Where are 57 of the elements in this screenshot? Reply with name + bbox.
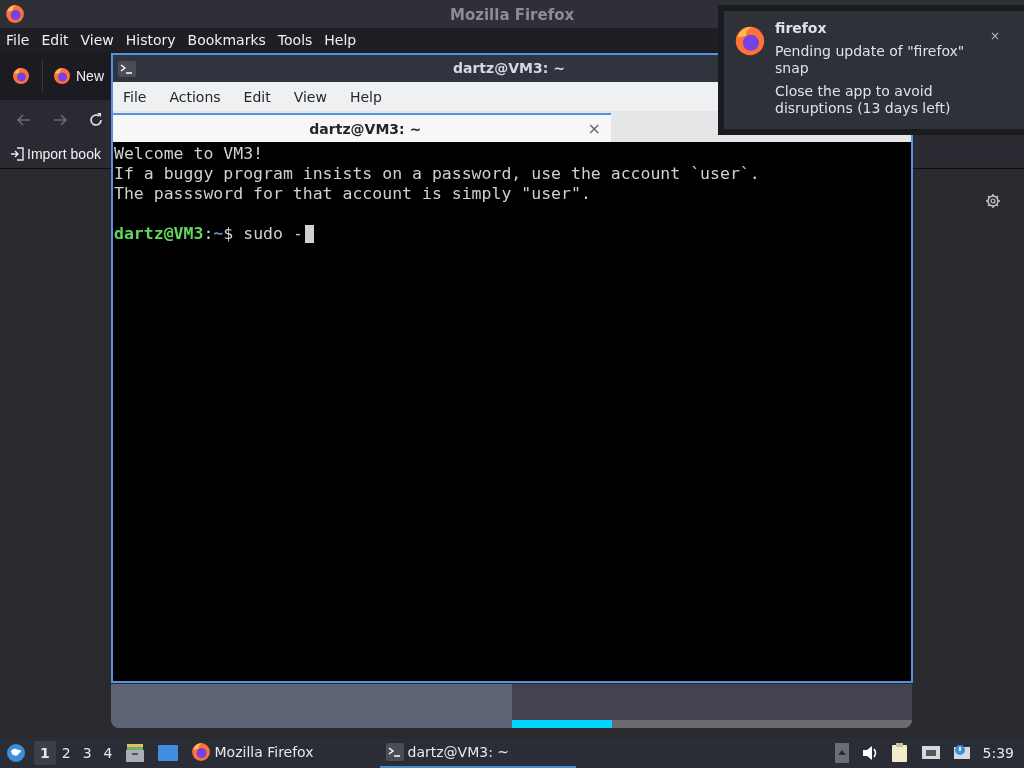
firefox-icon	[5, 4, 25, 24]
clock: 5:39	[982, 745, 1014, 761]
clipboard-icon[interactable]	[890, 743, 909, 763]
taskbar-task[interactable]: Mozilla Firefox	[184, 738, 320, 768]
workspace-button[interactable]: 2	[55, 741, 77, 765]
terminal-line: If a buggy program insists on a password, use the account `user`.	[114, 164, 761, 184]
prompt-symbol: $	[223, 224, 234, 244]
prompt-path: ~	[213, 224, 224, 244]
notification-icon[interactable]	[952, 744, 971, 762]
forward-icon[interactable]	[52, 112, 68, 128]
menu-item[interactable]: View	[293, 88, 327, 105]
desktop-icon[interactable]	[156, 744, 179, 762]
menu-item[interactable]: File	[6, 32, 30, 48]
file-cabinet-icon[interactable]	[124, 743, 145, 763]
workspace-button[interactable]: 3	[76, 741, 98, 765]
menu-item[interactable]: File	[123, 88, 147, 105]
network-icon[interactable]	[920, 744, 941, 762]
firefox-icon	[190, 742, 211, 762]
menu-item[interactable]: View	[80, 32, 114, 48]
settings-icon[interactable]	[985, 193, 1001, 209]
import-icon	[10, 147, 24, 161]
back-icon[interactable]	[16, 112, 32, 128]
terminal-line: Welcome to VM3!	[114, 144, 264, 164]
terminal-icon	[385, 743, 404, 761]
prompt-separator: :	[203, 224, 214, 244]
notification-text: Close the app to avoid disruptions (13 days left)	[775, 83, 952, 117]
firefox-icon	[53, 67, 71, 85]
workspace-button[interactable]: 1	[34, 741, 56, 765]
tray-expand-icon[interactable]	[834, 743, 849, 763]
workspace-button[interactable]: 4	[97, 741, 119, 765]
close-button[interactable]: ×	[989, 29, 1000, 43]
terminal-tab[interactable]: dartz@VM3: ~ ×	[113, 113, 611, 142]
menu-item[interactable]: Tools	[277, 32, 313, 48]
menu-item[interactable]: Edit	[243, 88, 271, 105]
window-title: dartz@VM3: ~	[453, 60, 565, 76]
browser-tab[interactable]: New	[43, 58, 108, 94]
firefox-icon	[12, 67, 30, 85]
bookmark-item[interactable]: Import book	[10, 146, 101, 162]
close-button[interactable]: ×	[587, 119, 601, 138]
reload-icon[interactable]	[88, 112, 104, 128]
notification-text: Pending update of "firefox" snap	[775, 43, 966, 77]
terminal-icon	[118, 60, 136, 77]
terminal-line: The passsword for that account is simply "user".	[114, 184, 592, 204]
firefox-icon	[734, 25, 766, 57]
start-menu-icon[interactable]	[6, 743, 26, 763]
menu-item[interactable]: Actions	[169, 88, 221, 105]
menu-item[interactable]: Edit	[41, 32, 69, 48]
menu-item[interactable]: Bookmarks	[187, 32, 266, 48]
prompt-user: dartz@VM3	[114, 224, 204, 244]
notification-title: firefox	[775, 20, 827, 37]
menu-item[interactable]: History	[125, 32, 176, 48]
menu-item[interactable]: Help	[324, 32, 357, 48]
command-text: sudo -	[243, 224, 303, 244]
taskbar-task[interactable]: dartz@VM3: ~	[379, 738, 576, 768]
window-title: Mozilla Firefox	[450, 6, 575, 24]
volume-icon[interactable]	[860, 744, 879, 762]
menu-item[interactable]: Help	[349, 88, 382, 105]
